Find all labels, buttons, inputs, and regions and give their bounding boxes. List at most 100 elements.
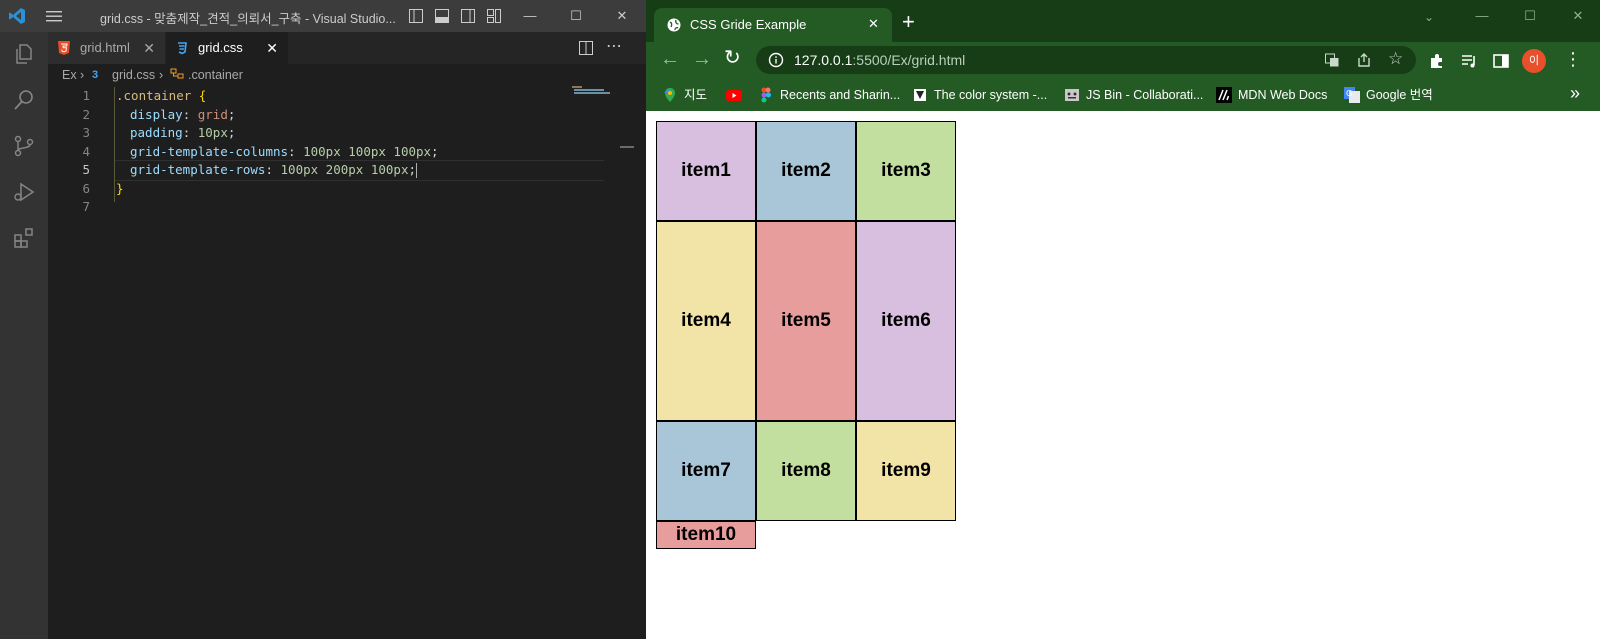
reload-icon[interactable]: ↻ xyxy=(724,47,741,69)
close-tab-icon[interactable]: ✕ xyxy=(868,16,879,32)
semicolon: ; xyxy=(431,144,439,159)
tab-label: grid.css xyxy=(198,40,243,55)
browser-tab[interactable]: CSS Gride Example ✕ xyxy=(654,8,892,42)
toggle-panel-icon[interactable] xyxy=(434,8,450,24)
share-icon[interactable] xyxy=(1356,52,1372,68)
grid-item-4: item4 xyxy=(656,221,756,421)
bookmarks-bar: 지도 Recents and Sharin... The color syste… xyxy=(646,79,1600,111)
line-number: 7 xyxy=(82,199,90,214)
chrome-window: CSS Gride Example ✕ + ⌄ — ☐ ✕ ← → ↻ 127.… xyxy=(646,0,1600,639)
bookmark-item[interactable]: Recents and Sharin... xyxy=(758,85,908,105)
translate-icon[interactable] xyxy=(1324,52,1340,68)
mdn-icon xyxy=(1216,87,1232,103)
breadcrumb-symbol[interactable]: .container xyxy=(188,64,243,86)
source-control-icon[interactable] xyxy=(12,134,36,158)
symbol-class-icon xyxy=(170,68,184,79)
back-arrow-icon[interactable]: ← xyxy=(660,48,680,70)
minimap[interactable] xyxy=(572,86,612,96)
address-bar[interactable]: 127.0.0.1:5500/Ex/grid.html ☆ xyxy=(756,46,1416,74)
vscode-titlebar: grid.css - 맞춤제작_견적_의뢰서_구축 - Visual Studi… xyxy=(0,0,646,32)
close-tab-icon[interactable]: ✕ xyxy=(266,32,278,64)
vscode-window-title: grid.css - 맞춤제작_견적_의뢰서_구축 - Visual Studi… xyxy=(100,12,396,26)
close-brace: } xyxy=(116,181,124,196)
extensions-puzzle-icon[interactable] xyxy=(1428,52,1446,70)
hamburger-menu-icon[interactable] xyxy=(44,8,64,24)
text-cursor xyxy=(416,163,417,178)
tab-grid-html[interactable]: grid.html ✕ xyxy=(48,32,166,64)
semicolon: ; xyxy=(227,107,236,122)
grid-item-1: item1 xyxy=(656,121,756,221)
site-info-icon[interactable] xyxy=(768,52,784,68)
customize-layout-icon[interactable] xyxy=(486,8,502,24)
minimize-icon[interactable]: — xyxy=(1472,6,1492,26)
code-line-1: .container { xyxy=(116,86,206,105)
open-brace: { xyxy=(198,88,207,103)
more-bookmarks-icon[interactable]: » xyxy=(1570,83,1580,104)
code-editor[interactable]: 1 2 3 4 5 6 7 .container { display: grid… xyxy=(48,86,646,639)
maximize-icon[interactable]: ☐ xyxy=(1520,6,1540,26)
more-actions-icon[interactable]: ⋯ xyxy=(604,36,624,56)
chevron-right-icon: › xyxy=(159,68,164,82)
search-icon[interactable] xyxy=(12,88,36,112)
chevron-right-icon: › xyxy=(80,68,85,82)
bookmark-item[interactable]: JS Bin - Collaborati... xyxy=(1064,85,1210,105)
tab-search-icon[interactable]: ⌄ xyxy=(1424,10,1434,24)
line-number: 5 xyxy=(82,162,90,177)
chrome-menu-icon[interactable]: ⋮ xyxy=(1564,48,1582,70)
side-panel-icon[interactable] xyxy=(1492,52,1510,70)
close-tab-icon[interactable]: ✕ xyxy=(143,32,155,64)
bookmark-item[interactable]: 지도 xyxy=(662,85,722,105)
maximize-icon[interactable]: ☐ xyxy=(566,6,586,26)
bookmark-label: Recents and Sharin... xyxy=(780,88,901,102)
editor-tabs: grid.html ✕ grid.css ✕ ⋯ xyxy=(48,32,646,64)
toggle-secondary-sidebar-icon[interactable] xyxy=(460,8,476,24)
profile-avatar[interactable]: 이 xyxy=(1522,49,1546,73)
jsbin-icon xyxy=(1065,89,1079,101)
vscode-logo-icon xyxy=(9,8,25,24)
grid-item-10: item10 xyxy=(656,521,756,549)
colon: : xyxy=(182,125,191,140)
css-property: grid-template-rows xyxy=(130,162,266,177)
bookmark-item[interactable]: MDN Web Docs xyxy=(1216,85,1336,105)
extensions-icon[interactable] xyxy=(12,226,36,250)
css-value: 100px 100px 100px xyxy=(303,144,432,159)
line-number: 1 xyxy=(82,88,90,103)
bookmark-item[interactable]: The color system -... xyxy=(912,85,1058,105)
colon: : xyxy=(182,107,191,122)
css-property: grid-template-columns xyxy=(130,144,289,159)
breadcrumb-file[interactable]: grid.css xyxy=(112,64,155,86)
media-queue-icon[interactable] xyxy=(1460,52,1478,70)
close-window-icon[interactable]: ✕ xyxy=(1568,6,1588,26)
bookmark-label: Google 번역 xyxy=(1366,88,1433,102)
run-debug-icon[interactable] xyxy=(12,180,36,204)
code-line-4: grid-template-columns: 100px 100px 100px… xyxy=(130,142,439,161)
breadcrumb-folder[interactable]: Ex xyxy=(62,64,77,86)
chrome-toolbar: ← → ↻ 127.0.0.1:5500/Ex/grid.html ☆ 이 ⋮ xyxy=(646,42,1600,79)
css-value: 10px xyxy=(197,125,228,140)
colon: : xyxy=(265,162,273,177)
css-property: padding xyxy=(130,125,183,140)
bookmark-star-icon[interactable]: ☆ xyxy=(1388,49,1403,69)
globe-icon xyxy=(667,18,681,32)
html5-icon xyxy=(58,41,70,55)
semicolon: ; xyxy=(408,162,416,177)
code-line-2: display: grid; xyxy=(130,105,235,124)
forward-arrow-icon[interactable]: → xyxy=(692,48,712,70)
grid-item-5: item5 xyxy=(756,221,856,421)
split-editor-icon[interactable] xyxy=(578,40,594,56)
close-window-icon[interactable]: ✕ xyxy=(612,6,632,26)
toggle-primary-sidebar-icon[interactable] xyxy=(408,8,424,24)
new-tab-button[interactable]: + xyxy=(902,11,915,33)
bookmark-item[interactable]: G Google 번역 xyxy=(1344,85,1444,105)
bookmark-item[interactable] xyxy=(726,85,746,105)
grid-item-2: item2 xyxy=(756,121,856,221)
explorer-icon[interactable] xyxy=(12,42,36,66)
bracket-guide xyxy=(114,87,115,202)
grid-item-7: item7 xyxy=(656,421,756,521)
minimize-icon[interactable]: — xyxy=(520,6,540,26)
code-line-5: grid-template-rows: 100px 200px 100px; xyxy=(130,160,417,179)
css-property: display xyxy=(130,107,183,122)
css-value: grid xyxy=(197,107,228,122)
bookmark-label: 지도 xyxy=(684,88,708,102)
tab-grid-css[interactable]: grid.css ✕ xyxy=(166,32,288,64)
